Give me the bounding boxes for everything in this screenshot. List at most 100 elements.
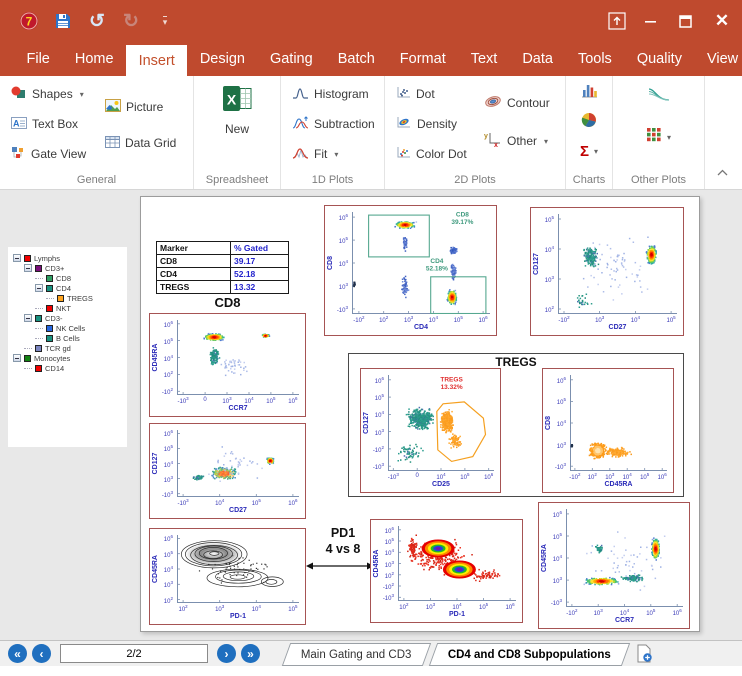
previous-page-button[interactable]: ‹: [32, 644, 51, 663]
color-dot-button[interactable]: Color Dot: [393, 141, 470, 167]
ribbon-tab-tools[interactable]: Tools: [565, 42, 624, 76]
tree-item-cd3-[interactable]: CD3-: [8, 313, 127, 323]
other-2d-icon: yx: [484, 132, 502, 150]
minimize-button[interactable]: [634, 0, 668, 42]
gate-color-swatch: [46, 335, 53, 342]
ribbon-tab-data[interactable]: Data: [510, 42, 566, 76]
ribbon-tab-text[interactable]: Text: [458, 42, 510, 76]
cd8-section-title[interactable]: CD8: [149, 295, 306, 310]
group-label-general: General: [0, 174, 193, 186]
flow-plot-cd127-vs-cd27-top[interactable]: CD127CD27105104103102-102103104105: [530, 207, 684, 336]
overlay-curves-button[interactable]: [648, 84, 670, 110]
chevron-down-icon: ▾: [80, 90, 84, 99]
x-axis-label: CD27: [558, 324, 677, 331]
histogram-button[interactable]: Histogram: [289, 81, 378, 107]
sheet-tab-cd4-and-cd8-subpopulations[interactable]: CD4 and CD8 Subpopulations: [428, 643, 629, 666]
tree-item-label: CD14: [45, 364, 64, 373]
close-button[interactable]: ✕: [702, 0, 742, 42]
contour-plot-button[interactable]: Contour: [481, 90, 553, 116]
marker-stats-table[interactable]: Marker% GatedCD839.17CD452.18TREGS13.32: [156, 241, 289, 294]
layout-canvas[interactable]: LymphsCD3+CD8CD4TREGSNKTCD3-NK CellsB Ce…: [0, 190, 742, 640]
ribbon-tab-design[interactable]: Design: [187, 42, 257, 76]
flow-plot-cd45ra-vs-pd1-density[interactable]: CD45RAPD-1106105104103102-102-1031021031…: [370, 519, 523, 623]
flow-plot-cd8-vs-cd4[interactable]: CD8CD4106105104103-103-10210210310410510…: [324, 205, 497, 336]
tree-item-cd8[interactable]: CD8: [8, 273, 127, 283]
new-spreadsheet-button[interactable]: X New: [194, 84, 280, 136]
ribbon-tab-insert[interactable]: Insert: [126, 45, 187, 76]
other-2d-button[interactable]: yx Other ▾: [481, 128, 553, 154]
collapse-ribbon-button[interactable]: [717, 163, 728, 181]
svg-text:7: 7: [26, 15, 33, 29]
ribbon-group-general: Shapes ▾ A Text Box Gate View Picture: [0, 76, 194, 189]
tree-item-cd4[interactable]: CD4: [8, 283, 127, 293]
overlay-curves-icon: [648, 87, 670, 107]
y-tick: 104: [325, 260, 348, 268]
dot-plot-button[interactable]: Dot: [393, 81, 470, 107]
text-box-button[interactable]: A Text Box: [8, 111, 89, 137]
density-plot-button[interactable]: Density: [393, 111, 470, 137]
tree-item-nkt[interactable]: NKT: [8, 303, 127, 313]
x-tick: 106: [664, 609, 690, 617]
picture-button[interactable]: Picture: [102, 94, 179, 120]
flow-plot-cd45ra-vs-ccr7-cd8[interactable]: CD45RACCR7106105104102-102-1030103104105…: [149, 313, 306, 417]
app-logo-icon[interactable]: 7: [18, 10, 40, 32]
bar-chart-button[interactable]: [581, 80, 598, 106]
cell-gated: 39.17: [231, 255, 289, 268]
shapes-button[interactable]: Shapes ▾: [8, 81, 89, 107]
tree-collapse-icon[interactable]: [24, 264, 32, 272]
flow-plot-cd45ra-vs-pd1-contour[interactable]: CD45RAPD-1106105104103102102103104105: [149, 528, 306, 625]
new-page-button[interactable]: [636, 642, 653, 666]
save-button[interactable]: [52, 10, 74, 32]
ribbon-tab-file[interactable]: File: [14, 42, 62, 76]
float-window-button[interactable]: [600, 0, 634, 42]
maximize-button[interactable]: [668, 0, 702, 42]
tree-item-monocytes[interactable]: Monocytes: [8, 353, 127, 363]
ribbon-tab-view[interactable]: View: [694, 42, 742, 76]
tree-item-nk-cells[interactable]: NK Cells: [8, 323, 127, 333]
last-page-button[interactable]: »: [241, 644, 260, 663]
tree-connector: [24, 348, 32, 349]
next-page-button[interactable]: ›: [217, 644, 236, 663]
x-tick: 103: [207, 605, 233, 613]
tree-item-cd3-[interactable]: CD3+: [8, 263, 127, 273]
page-indicator-input[interactable]: [60, 644, 208, 663]
subtraction-button[interactable]: Subtraction: [289, 111, 378, 137]
tree-collapse-icon[interactable]: [13, 254, 21, 262]
first-page-button[interactable]: «: [8, 644, 27, 663]
tree-item-cd14[interactable]: CD14: [8, 363, 127, 373]
flow-plot-tregs-cd8-vs-cd45ra[interactable]: CD8CD45RA106105104103-103-10210210310410…: [542, 368, 674, 493]
qat-customize-button[interactable]: ▾: [154, 10, 176, 32]
flow-plot-cd127-vs-cd27-cd8[interactable]: CD127CD27106105104103-103-103104105106: [149, 423, 306, 519]
annotation-pd1-text[interactable]: PD1 4 vs 8: [311, 526, 375, 557]
sheet-tab-main-gating-and-cd3[interactable]: Main Gating and CD3: [282, 643, 431, 666]
ribbon-tab-quality[interactable]: Quality: [624, 42, 694, 76]
gate-view-button[interactable]: Gate View: [8, 141, 89, 167]
cell-gated: 52.18: [231, 268, 289, 281]
flow-plot-tregs-cd127-vs-cd25[interactable]: CD127CD25106105104103-102-103-1030104105…: [360, 368, 501, 493]
ribbon-tab-home[interactable]: Home: [62, 42, 126, 76]
redo-button[interactable]: ↻: [120, 10, 142, 32]
ribbon-tab-batch[interactable]: Batch: [325, 42, 387, 76]
double-arrow[interactable]: [306, 561, 374, 571]
ribbon-tab-gating[interactable]: Gating: [257, 42, 325, 76]
plate-heatmap-button[interactable]: ▾: [646, 124, 671, 150]
undo-button[interactable]: ↺: [86, 10, 108, 32]
fit-button[interactable]: Fit ▾: [289, 141, 378, 167]
app-window: 7 ↺ ↻ ▾ ✕ FileHomeInsertDesignGatingBatc…: [0, 0, 742, 676]
sigma-stats-button[interactable]: Σ ▾: [580, 138, 598, 164]
gate-color-swatch: [46, 285, 53, 292]
tree-collapse-icon[interactable]: [13, 354, 21, 362]
tree-item-b-cells[interactable]: B Cells: [8, 333, 127, 343]
pie-chart-button[interactable]: [581, 109, 597, 135]
data-grid-button[interactable]: Data Grid: [102, 130, 179, 156]
tree-item-tregs[interactable]: TREGS: [8, 293, 127, 303]
flow-plot-cd45ra-vs-ccr7-cd4[interactable]: CD45RACCR7106105104103-103-1021031041051…: [538, 502, 690, 629]
tree-item-label: CD4: [56, 284, 71, 293]
tree-collapse-icon[interactable]: [24, 314, 32, 322]
x-tick: 106: [649, 473, 675, 481]
tree-item-label: B Cells: [56, 334, 80, 343]
ribbon-tab-format[interactable]: Format: [387, 42, 458, 76]
tree-item-lymphs[interactable]: Lymphs: [8, 253, 127, 263]
tree-item-tcr-gd[interactable]: TCR gd: [8, 343, 127, 353]
tree-collapse-icon[interactable]: [35, 284, 43, 292]
